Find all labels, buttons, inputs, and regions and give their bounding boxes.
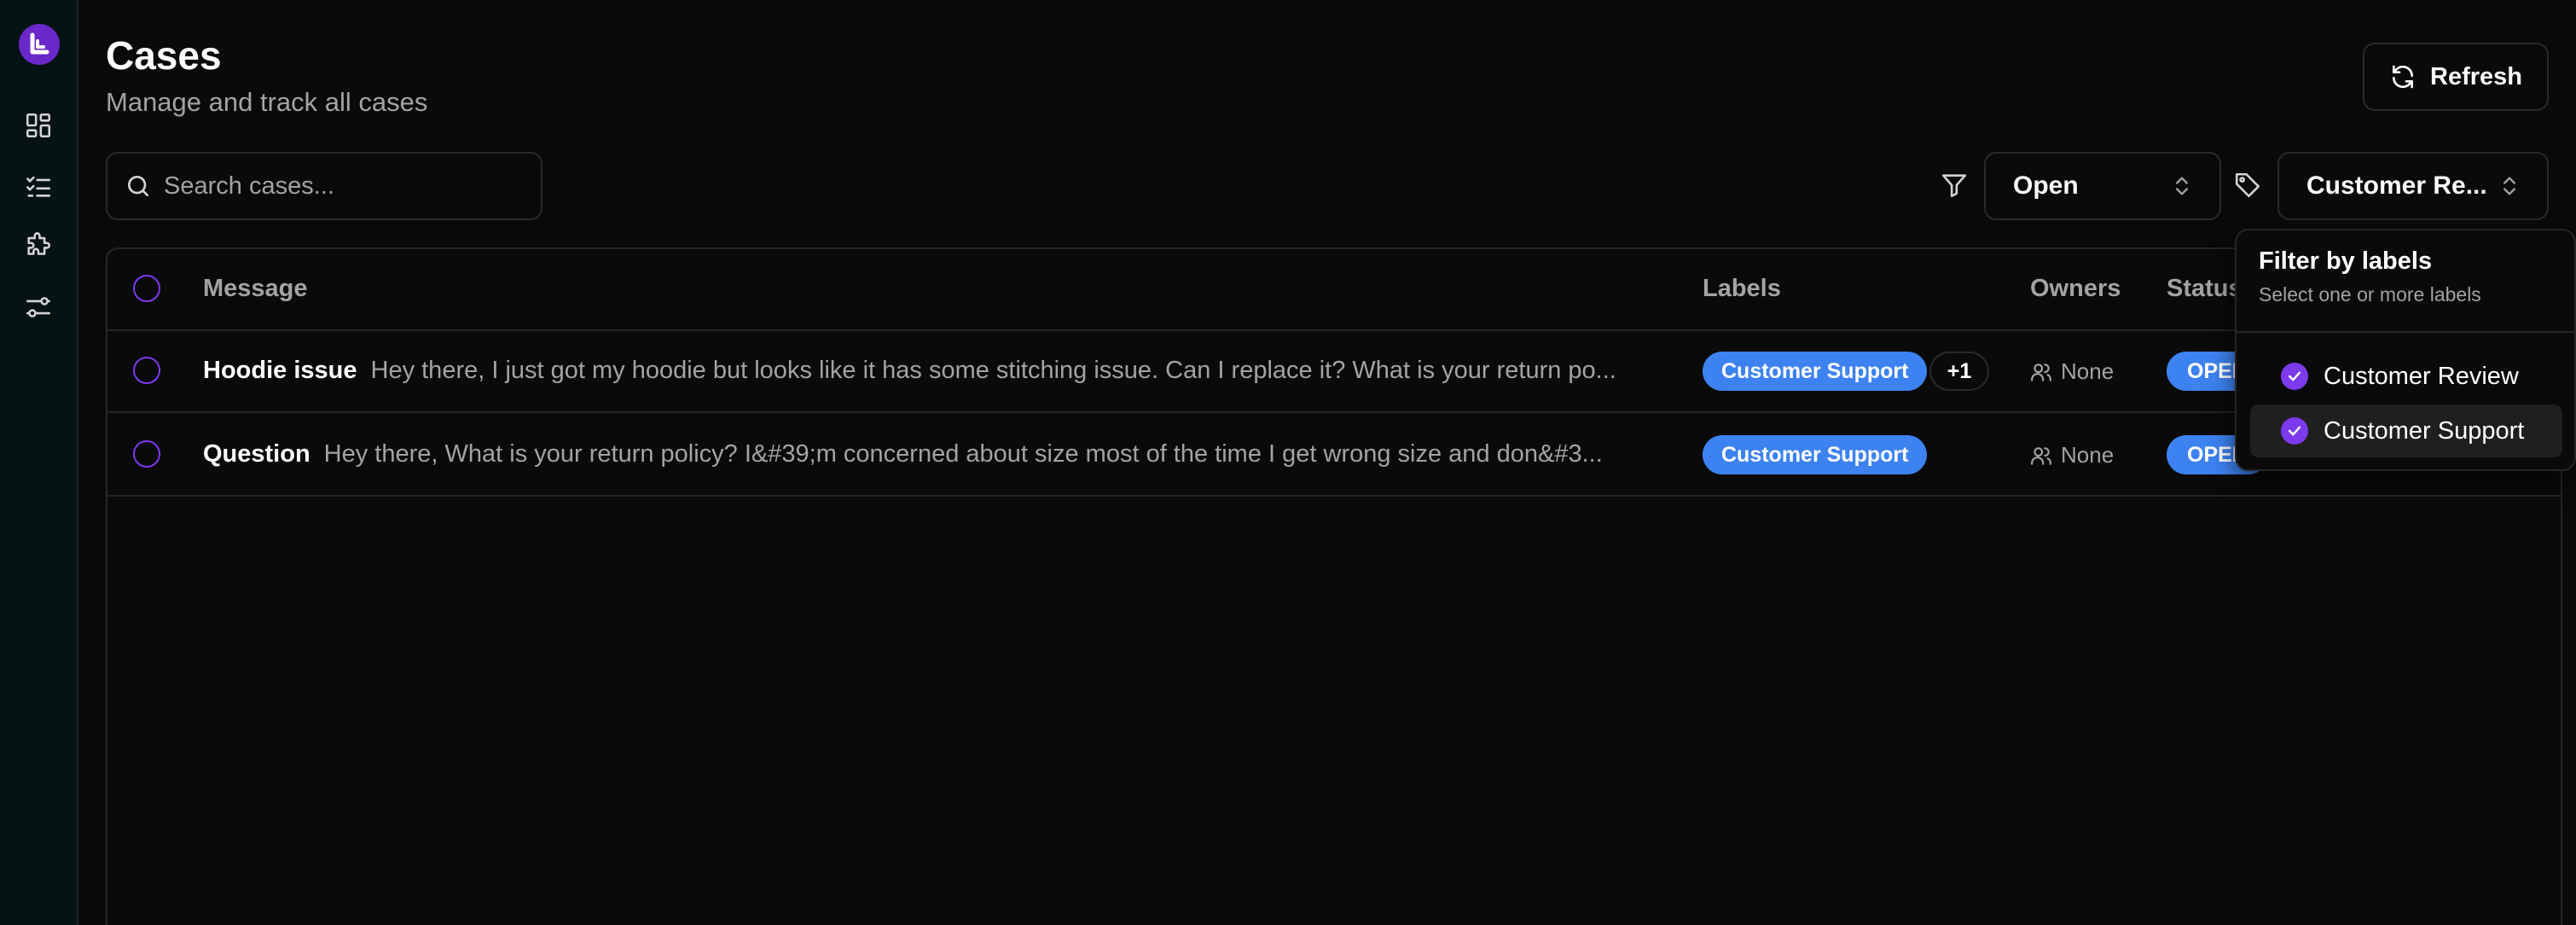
- case-body: Hey there, What is your return policy? I…: [323, 440, 1603, 468]
- users-icon: [2031, 363, 2051, 381]
- label-option-text: Customer Support: [2324, 416, 2525, 445]
- sidebar-item-settings[interactable]: [24, 293, 53, 322]
- label-filter-value: Customer Re...: [2306, 172, 2487, 200]
- owner-name: None: [2061, 442, 2115, 468]
- chevron-up-down-icon: [2503, 177, 2515, 195]
- case-owner[interactable]: None: [2030, 442, 2114, 468]
- users-icon: [2031, 446, 2051, 465]
- table-row[interactable]: Question Hey there, What is your return p…: [107, 415, 2561, 497]
- label-badge: Customer Support: [1703, 352, 1928, 391]
- search-input[interactable]: [164, 172, 522, 201]
- status-filter-select[interactable]: Open: [1984, 152, 2221, 220]
- puzzle-icon: [27, 232, 50, 255]
- sidebar-item-integrations[interactable]: [24, 232, 53, 261]
- case-owner[interactable]: None: [2030, 358, 2114, 385]
- page-subtitle: Manage and track all cases: [106, 87, 428, 117]
- sidebar-item-dashboard[interactable]: [24, 111, 53, 140]
- owner-name: None: [2061, 358, 2115, 384]
- column-header-status[interactable]: Status: [2167, 275, 2242, 303]
- logo-icon: [30, 32, 49, 55]
- search-box[interactable]: [106, 152, 542, 220]
- status-filter-value: Open: [2013, 172, 2079, 200]
- column-header-message[interactable]: Message: [203, 275, 308, 303]
- extra-labels-badge[interactable]: +1: [1929, 352, 1989, 391]
- case-title: Question: [203, 440, 310, 468]
- row-checkbox[interactable]: [133, 440, 160, 468]
- popover-subtitle: Select one or more labels: [2259, 283, 2481, 305]
- checklist-icon: [26, 176, 51, 197]
- tag-icon: [2233, 171, 2262, 200]
- checked-icon: [2281, 363, 2308, 390]
- case-message[interactable]: Question Hey there, What is your return p…: [203, 440, 1755, 468]
- page-title: Cases: [106, 33, 222, 78]
- case-title: Hoodie issue: [203, 357, 357, 384]
- cases-table: Message Labels Owners Status Hoodie issu…: [106, 247, 2562, 925]
- dashboard-icon: [26, 113, 51, 138]
- label-option-customer-support[interactable]: Customer Support: [2250, 404, 2562, 457]
- settings-sliders-icon: [26, 297, 51, 317]
- label-filter-select[interactable]: Customer Re...: [2277, 152, 2549, 220]
- row-checkbox[interactable]: [133, 357, 160, 384]
- chevron-up-down-icon: [2176, 177, 2188, 195]
- case-message[interactable]: Hoodie issue Hey there, I just got my hoo…: [203, 357, 1755, 385]
- sidebar: [0, 0, 78, 925]
- table-header: Message Labels Owners Status: [107, 249, 2561, 331]
- sidebar-item-cases[interactable]: [24, 172, 53, 201]
- checked-icon: [2281, 417, 2308, 445]
- label-option-customer-review[interactable]: Customer Review: [2250, 350, 2562, 403]
- label-option-text: Customer Review: [2324, 362, 2519, 390]
- app-logo[interactable]: [19, 24, 60, 65]
- popover-title: Filter by labels: [2259, 247, 2433, 275]
- filter-icon: [1940, 171, 1969, 200]
- search-icon: [128, 176, 148, 196]
- app-root: Cases Manage and track all cases Refresh…: [0, 0, 2576, 925]
- refresh-button-label: Refresh: [2430, 62, 2522, 90]
- select-all-checkbox[interactable]: [133, 275, 160, 302]
- label-badge: Customer Support: [1703, 435, 1928, 474]
- popover-divider: [2237, 331, 2574, 333]
- column-header-labels[interactable]: Labels: [1703, 275, 1781, 303]
- refresh-button[interactable]: Refresh: [2363, 43, 2549, 111]
- refresh-icon: [2393, 65, 2413, 89]
- column-header-owners[interactable]: Owners: [2030, 275, 2121, 303]
- label-filter-popover: Filter by labels Select one or more labe…: [2235, 229, 2576, 471]
- table-row[interactable]: Hoodie issue Hey there, I just got my hoo…: [107, 331, 2561, 413]
- case-body: Hey there, I just got my hoodie but look…: [370, 357, 1616, 384]
